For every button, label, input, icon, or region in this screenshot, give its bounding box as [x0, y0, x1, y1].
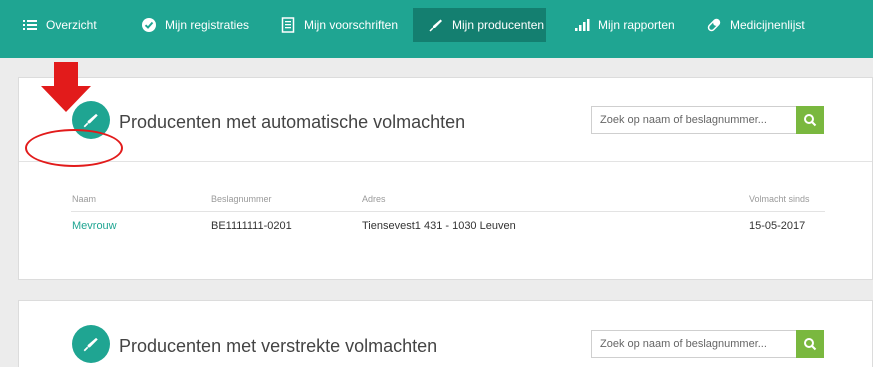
- red-ellipse-annotation: [25, 129, 123, 167]
- search-input[interactable]: [591, 106, 797, 134]
- search-icon: [804, 114, 817, 127]
- nav-item-mijn-producenten[interactable]: Mijn producenten: [413, 8, 546, 42]
- nav-item-mijn-voorschriften[interactable]: Mijn voorschriften: [280, 8, 400, 42]
- panel-title: Producenten met automatische volmachten: [119, 112, 466, 132]
- column-header-adres[interactable]: Adres: [362, 194, 386, 204]
- list-icon: [22, 17, 38, 33]
- beslagnummer-cell: BE1111111-0201: [211, 220, 292, 232]
- column-header-beslagnummer[interactable]: Beslagnummer: [211, 194, 272, 204]
- divider: [19, 161, 872, 162]
- nav-label: Medicijnenlijst: [730, 18, 805, 32]
- row-divider: [71, 211, 825, 212]
- nav-label: Overzicht: [46, 18, 97, 32]
- volmacht-sinds-cell: 15-05-2017: [749, 220, 806, 232]
- syringe-icon: [428, 17, 444, 33]
- nav-label: Mijn voorschriften: [304, 18, 399, 32]
- nav-label: Mijn registraties: [165, 18, 250, 32]
- producer-name-link[interactable]: Mevrouw: [72, 220, 117, 232]
- nav-item-mijn-rapporten[interactable]: Mijn rapporten: [574, 8, 675, 42]
- column-header-volmacht-sinds[interactable]: Volmacht sinds: [749, 194, 810, 204]
- panel-automatische-volmachten: Producenten met automatische volmachten …: [18, 77, 873, 280]
- panel-verstrekte-volmachten: Producenten met verstrekte volmachten: [18, 300, 873, 367]
- red-arrow-annotation: [41, 62, 91, 112]
- nav-item-medicijnenlijst[interactable]: Medicijnenlijst: [706, 8, 806, 42]
- column-header-naam[interactable]: Naam: [72, 194, 96, 204]
- panel-title: Producenten met verstrekte volmachten: [119, 336, 438, 356]
- nav-label: Mijn producenten: [452, 18, 545, 32]
- top-navbar: Overzicht Mijn registraties Mijn voorsch…: [0, 0, 873, 58]
- document-icon: [280, 17, 296, 33]
- adres-cell: Tiensevest1 431 - 1030 Leuven: [362, 220, 516, 232]
- search-button[interactable]: [796, 106, 824, 134]
- check-circle-icon: [141, 17, 157, 33]
- search-icon: [804, 338, 817, 351]
- pill-icon: [706, 17, 722, 33]
- search-input[interactable]: [591, 330, 797, 358]
- syringe-icon: [72, 325, 110, 363]
- bar-chart-icon: [574, 17, 590, 33]
- nav-item-mijn-registraties[interactable]: Mijn registraties: [141, 8, 251, 42]
- nav-item-overzicht[interactable]: Overzicht: [22, 8, 112, 42]
- search-button[interactable]: [796, 330, 824, 358]
- nav-label: Mijn rapporten: [598, 18, 675, 32]
